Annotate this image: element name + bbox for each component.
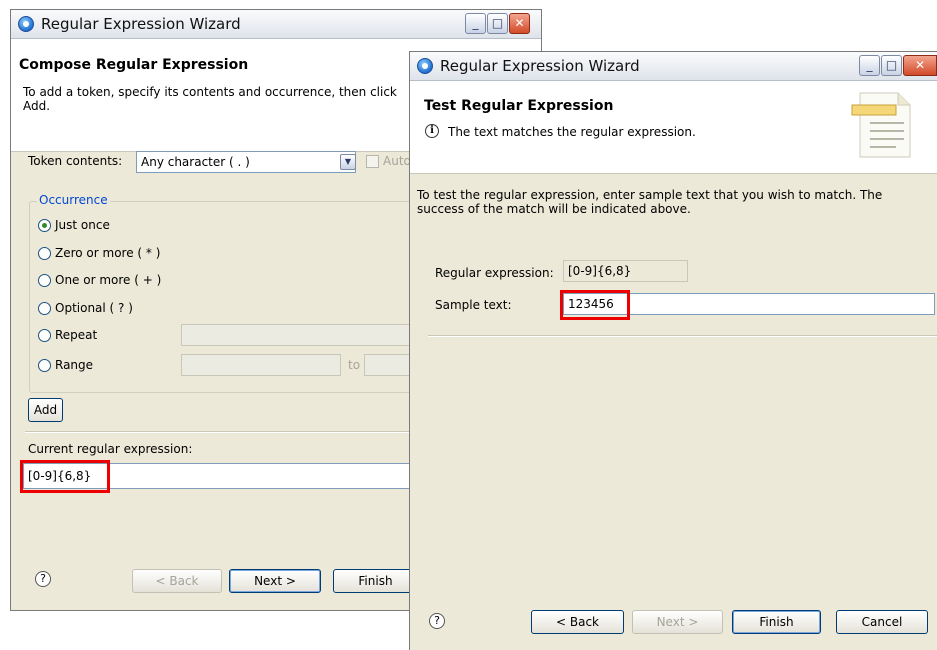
range-to-label: to xyxy=(348,358,361,372)
radio-optional[interactable] xyxy=(38,302,51,315)
radio-zero-or-more[interactable] xyxy=(38,247,51,260)
help-icon[interactable]: ? xyxy=(429,613,445,629)
token-contents-value: Any character ( . ) xyxy=(141,155,250,169)
title-bar[interactable]: Regular Expression Wizard _ □ ✕ xyxy=(410,52,937,81)
test-wizard-window: Regular Expression Wizard _ □ ✕ Test Reg… xyxy=(409,51,937,650)
close-icon[interactable]: ✕ xyxy=(509,13,530,34)
radio-zero-or-more-label: Zero or more ( * ) xyxy=(55,246,161,260)
back-button[interactable]: < Back xyxy=(132,569,222,593)
status-message: The text matches the regular expression. xyxy=(448,125,696,139)
window-title: Regular Expression Wizard xyxy=(41,15,241,33)
next-button[interactable]: Next > xyxy=(229,569,321,593)
auto-checkbox-label: Auto xyxy=(383,154,411,168)
radio-one-or-more[interactable] xyxy=(38,274,51,287)
wizard-banner-icon xyxy=(851,92,911,158)
help-icon[interactable]: ? xyxy=(35,571,51,587)
minimize-icon[interactable]: _ xyxy=(465,13,486,34)
radio-repeat[interactable] xyxy=(38,329,51,342)
maximize-icon[interactable]: □ xyxy=(881,55,902,76)
add-button[interactable]: Add xyxy=(28,398,63,422)
info-icon: i xyxy=(425,124,439,138)
range-min-input[interactable] xyxy=(181,354,341,376)
finish-button[interactable]: Finish xyxy=(333,569,418,593)
radio-just-once-label: Just once xyxy=(55,218,110,232)
radio-one-or-more-label: One or more ( + ) xyxy=(55,273,162,287)
radio-range[interactable] xyxy=(38,359,51,372)
regex-label: Regular expression: xyxy=(435,266,554,280)
minimize-icon[interactable]: _ xyxy=(859,55,880,76)
token-contents-label: Token contents: xyxy=(28,154,123,168)
title-bar[interactable]: Regular Expression Wizard _ □ ✕ xyxy=(11,10,541,39)
page-description: To add a token, specify its contents and… xyxy=(23,85,397,113)
repeat-count-input[interactable] xyxy=(181,324,416,346)
app-icon xyxy=(417,58,433,74)
finish-button[interactable]: Finish xyxy=(732,610,821,634)
occurrence-legend: Occurrence xyxy=(37,193,110,207)
sample-text-label: Sample text: xyxy=(435,298,512,312)
page-header: Test Regular Expression i The text match… xyxy=(410,81,937,174)
maximize-icon[interactable]: □ xyxy=(487,13,508,34)
token-contents-combo[interactable]: Any character ( . ) xyxy=(136,151,356,173)
sample-text-highlight xyxy=(560,290,630,320)
radio-range-label: Range xyxy=(55,358,94,372)
app-icon xyxy=(18,16,34,32)
window-title: Regular Expression Wizard xyxy=(440,57,640,75)
separator xyxy=(25,431,417,433)
back-button[interactable]: < Back xyxy=(531,610,624,634)
radio-just-once[interactable] xyxy=(38,219,51,232)
chevron-down-icon[interactable]: ▼ xyxy=(340,154,356,170)
separator xyxy=(428,335,937,337)
radio-repeat-label: Repeat xyxy=(55,328,98,342)
cancel-button[interactable]: Cancel xyxy=(836,610,928,634)
page-description: To test the regular expression, enter sa… xyxy=(417,188,883,216)
regex-field: [0-9]{6,8} xyxy=(563,260,688,282)
page-title: Compose Regular Expression xyxy=(19,57,249,73)
current-expression-highlight xyxy=(20,460,110,493)
current-expression-label: Current regular expression: xyxy=(28,442,193,456)
close-icon[interactable]: ✕ xyxy=(903,55,937,76)
regex-value: [0-9]{6,8} xyxy=(568,264,632,278)
auto-checkbox[interactable] xyxy=(366,155,379,168)
radio-optional-label: Optional ( ? ) xyxy=(55,301,133,315)
next-button[interactable]: Next > xyxy=(632,610,723,634)
page-title: Test Regular Expression xyxy=(424,98,614,114)
